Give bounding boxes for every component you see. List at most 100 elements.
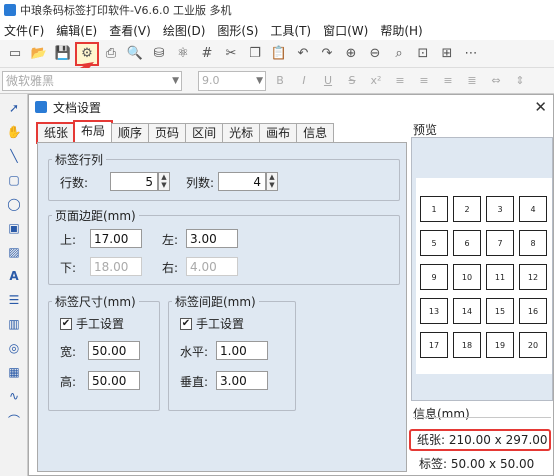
cols-stepper[interactable]: ▲ ▼ [266,172,278,191]
menu-shape[interactable]: 图形(S) [217,22,258,39]
pointer-icon[interactable]: ➚ [4,98,24,118]
barcode-icon[interactable]: ▥ [4,314,24,334]
ellipse-icon[interactable]: ◯ [4,194,24,214]
fullscreen-icon[interactable]: ⊞ [436,43,458,65]
align-right-icon[interactable]: ≡ [438,71,458,91]
margin-right-label: 右: [162,261,179,275]
document-settings-dialog: 文档设置 ✕ 纸张 布局 顺序 页码 区间 光标 画布 信息 标签行列 行数: … [28,94,554,476]
margin-left-input[interactable] [186,229,238,248]
zoom-icon[interactable]: ⌕ [388,43,410,65]
copy-icon[interactable]: ❐ [244,43,266,65]
menu-tools[interactable]: 工具(T) [270,22,311,39]
database-settings-icon[interactable]: ⚛ [172,43,194,65]
font-family-select[interactable]: 微软雅黑 ▼ [2,70,182,91]
margin-top-input[interactable] [90,229,142,248]
label-cell: 13 [420,298,448,324]
align-center-icon[interactable]: ≡ [414,71,434,91]
checkmark-icon: ✔ [180,317,192,330]
image-icon[interactable]: ▣ [4,218,24,238]
label-cell: 20 [519,332,547,358]
v-spacing-input[interactable] [216,371,268,390]
tab-page-number[interactable]: 页码 [148,123,187,143]
label-cell: 19 [486,332,514,358]
qrcode-icon[interactable]: ◎ [4,338,24,358]
paste-icon[interactable]: 📋 [268,43,290,65]
menu-window[interactable]: 窗口(W) [323,22,368,39]
tab-paper[interactable]: 纸张 [35,122,77,144]
fit-icon[interactable]: ⊡ [412,43,434,65]
window-title: 中琅条码标签打印软件-V6.6.0 工业版 多机 [20,4,232,17]
zoom-out-icon[interactable]: ⊖ [364,43,386,65]
spacing-manual-checkbox[interactable]: ✔ 手工设置 [180,315,244,332]
label-cell: 12 [519,264,547,290]
label-cell: 5 [420,230,448,256]
layout-panel: 标签行列 行数: ▲▼ 列数: ▲▼ 页面边距(mm) 上: 左: 下: 右: … [37,142,407,472]
grid-icon[interactable]: # [196,43,218,65]
label-cell: 7 [486,230,514,256]
margin-left-label: 左: [162,233,179,247]
line-height-icon[interactable]: ⇕ [510,71,530,91]
italic-icon[interactable]: I [294,71,314,91]
align-left-icon[interactable]: ≡ [390,71,410,91]
menu-draw[interactable]: 绘图(D) [163,22,206,39]
zoom-in-icon[interactable]: ⊕ [340,43,362,65]
label-cell: 16 [519,298,547,324]
database-icon[interactable]: ⛁ [148,43,170,65]
arc-icon[interactable]: ⌒ [4,410,24,430]
font-size-select[interactable]: 9.0 ▼ [198,70,266,91]
menu-file[interactable]: 文件(F) [4,22,44,39]
cols-input[interactable] [218,172,266,191]
label-cell: 14 [453,298,481,324]
menu-view[interactable]: 查看(V) [109,22,151,39]
rows-label: 行数: [60,176,89,190]
new-icon[interactable]: ▭ [4,43,26,65]
bold-icon[interactable]: B [270,71,290,91]
margin-legend: 页面边距(mm) [55,209,136,223]
margin-bottom-label: 下: [60,261,77,275]
rows-stepper[interactable]: ▲ ▼ [158,172,170,191]
line-icon[interactable]: ╲ [4,146,24,166]
tab-info[interactable]: 信息 [296,123,335,143]
tab-canvas[interactable]: 画布 [259,123,298,143]
underline-icon[interactable]: U [318,71,338,91]
tab-range[interactable]: 区间 [185,123,224,143]
size-manual-checkbox[interactable]: ✔ 手工设置 [60,315,124,332]
paragraph-icon[interactable]: ☰ [4,290,24,310]
justify-icon[interactable]: ≣ [462,71,482,91]
print-preview-icon[interactable]: 🔍 [124,43,146,65]
preview-label: 预览 [413,123,438,137]
curve-icon[interactable]: ∿ [4,386,24,406]
hand-icon[interactable]: ✋ [4,122,24,142]
redo-icon[interactable]: ↷ [316,43,338,65]
menu-edit[interactable]: 编辑(E) [56,22,97,39]
chevron-down-icon: ▼ [256,75,263,86]
tab-cursor[interactable]: 光标 [222,123,261,143]
undo-icon[interactable]: ↶ [292,43,314,65]
width-input[interactable] [88,341,140,360]
height-input[interactable] [88,371,140,390]
rows-input[interactable] [110,172,158,191]
h-spacing-input[interactable] [216,341,268,360]
label-size-info: 标签: 50.00 x 50.00 [419,457,535,471]
rounded-rect-icon[interactable]: ▢ [4,170,24,190]
table-icon[interactable]: ▦ [4,362,24,382]
label-cell: 4 [519,196,547,222]
close-icon[interactable]: ✕ [534,98,547,116]
rowcol-legend: 标签行列 [55,153,104,167]
more-icon[interactable]: ⋯ [460,43,482,65]
picture-icon[interactable]: ▨ [4,242,24,262]
format-toolbar: 微软雅黑 ▼ 9.0 ▼ B I U S x² ≡ ≡ ≡ ≣ ⇔ ⇕ [0,68,554,94]
cut-icon[interactable]: ✂ [220,43,242,65]
height-label: 高: [60,375,77,389]
text-icon[interactable]: A [4,266,24,286]
tab-order[interactable]: 顺序 [111,123,150,143]
label-cell: 6 [453,230,481,256]
superscript-icon[interactable]: x² [366,71,386,91]
paper-preview: 1 2 3 4 5 6 7 8 9 10 11 12 13 14 15 16 17 18 19 20 [416,178,552,374]
font-size-value: 9.0 [202,73,220,87]
strike-icon[interactable]: S [342,71,362,91]
tab-layout[interactable]: 布局 [73,120,114,144]
label-cell: 15 [486,298,514,324]
spacing-icon[interactable]: ⇔ [486,71,506,91]
menu-help[interactable]: 帮助(H) [380,22,422,39]
